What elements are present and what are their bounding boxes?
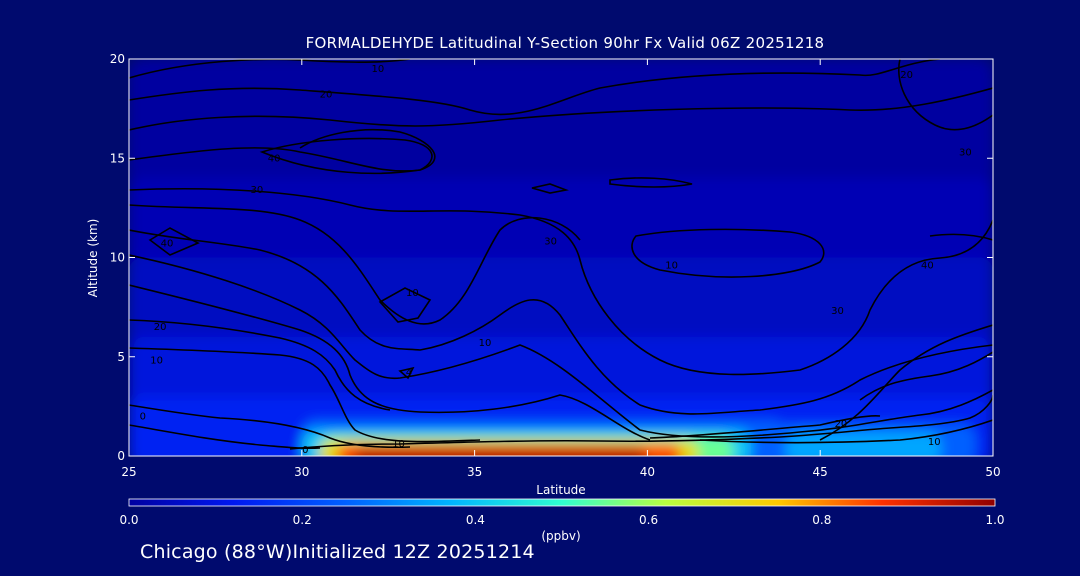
colorbar-tick-label: 0.6 <box>639 513 658 527</box>
x-tick-label: 40 <box>640 465 655 479</box>
contour-label: 30 <box>959 147 972 158</box>
contour-label: 20 <box>154 322 167 333</box>
y-tick-label: 0 <box>117 449 125 463</box>
colorbar-unit-label: (ppbv) <box>541 529 580 543</box>
contour-label: 30 <box>251 185 264 196</box>
y-tick-label: 20 <box>110 52 125 66</box>
y-tick-label: 5 <box>117 350 125 364</box>
contour-label: 30 <box>831 306 844 317</box>
colorbar-tick-label: 0.2 <box>293 513 312 527</box>
y-axis-label: Altitude (km) <box>86 219 100 298</box>
contour-label: 10 <box>665 260 678 271</box>
contour-label: 40 <box>161 239 174 250</box>
contour-label: 0 <box>140 411 146 422</box>
contour-label: 20 <box>900 70 913 81</box>
contour-label: 30 <box>544 237 557 248</box>
colorbar-tick-label: 0.8 <box>812 513 831 527</box>
contour-label: 10 <box>928 437 941 448</box>
location-init-footer: Chicago (88°W)Initialized 12Z 20251214 <box>140 541 535 563</box>
contour-label: 40 <box>268 153 281 164</box>
concentration-field <box>129 59 993 456</box>
contour-label: 4 <box>406 368 412 379</box>
x-tick-label: 50 <box>985 465 1000 479</box>
contour-label: 10 <box>392 439 405 450</box>
contour-label: 40 <box>921 260 934 271</box>
x-tick-label: 35 <box>467 465 482 479</box>
contour-label: 10 <box>406 288 419 299</box>
y-tick-label: 15 <box>110 151 125 165</box>
colorbar-tick-label: 0.4 <box>466 513 485 527</box>
contour-label: 10 <box>150 356 163 367</box>
contour-label: 10 <box>371 64 384 75</box>
chart-canvas: 100010204030402010104103010304030202010 … <box>86 52 1005 543</box>
x-tick-label: 25 <box>121 465 136 479</box>
y-tick-label: 10 <box>110 251 125 265</box>
contour-label: 20 <box>320 90 333 101</box>
contour-label: 10 <box>479 338 492 349</box>
contour-label: 0 <box>302 445 308 456</box>
colorbar-ticks: 0.0 0.2 0.4 0.6 0.8 1.0 <box>119 513 1004 527</box>
x-tick-label: 30 <box>294 465 309 479</box>
colorbar-tick-label: 1.0 <box>985 513 1004 527</box>
colorbar <box>128 498 996 507</box>
contour-label: 20 <box>835 419 848 430</box>
colorbar-tick-label: 0.0 <box>119 513 138 527</box>
x-axis-label: Latitude <box>536 483 585 497</box>
x-tick-label: 45 <box>813 465 828 479</box>
